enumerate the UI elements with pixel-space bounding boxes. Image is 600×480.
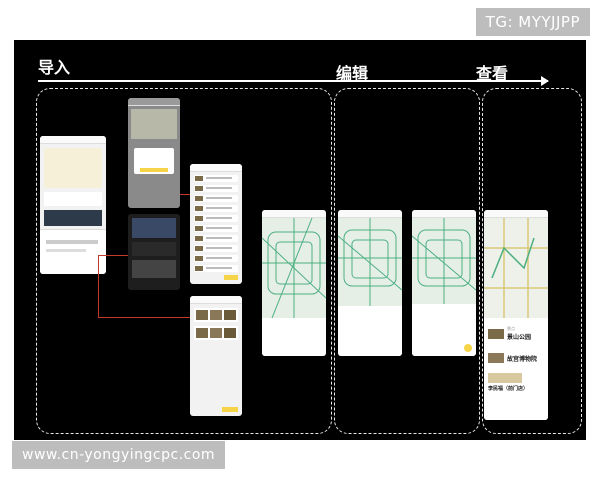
place-thumbnail <box>488 353 504 363</box>
screen-map-edit <box>338 210 402 356</box>
place-name: 故宫博物院 <box>507 356 538 363</box>
connector-line <box>98 255 99 317</box>
phase-import-label: 导入 <box>38 58 71 77</box>
screen-import-dialog <box>128 98 180 208</box>
screen-app-home <box>40 136 106 274</box>
place-thumbnail <box>488 373 522 383</box>
screen-map-detail <box>412 210 476 356</box>
screen-share-sheet <box>128 214 180 290</box>
place-name: 景山公园 <box>507 335 532 341</box>
connector-line <box>180 194 190 195</box>
list-item[interactable]: 景点 景山公园 <box>488 326 544 341</box>
connector-line <box>98 255 128 256</box>
watermark-site: www.cn-yongyingcpc.com <box>12 441 226 469</box>
list-item[interactable]: 故宫博物院 <box>488 353 544 363</box>
place-thumbnail <box>488 328 504 339</box>
flow-arrow <box>38 76 549 86</box>
screen-saved-places <box>190 296 242 416</box>
flow-board: 导入 编辑 查看 景点 景山公园 故宫博物院 李民福（前门店） <box>14 40 586 440</box>
screen-trip-view: 景点 景山公园 故宫博物院 李民福（前门店） <box>484 210 548 420</box>
result-list: 景点 景山公园 故宫博物院 李民福（前门店） <box>484 318 548 420</box>
connector-line <box>98 317 190 318</box>
screen-map-overview <box>262 210 326 356</box>
place-name: 李民福（前门店） <box>488 386 529 392</box>
list-item[interactable]: 李民福（前门店） <box>488 385 544 392</box>
watermark-tg: TG: MYYJJPP <box>475 8 590 36</box>
screen-place-list <box>190 164 242 284</box>
